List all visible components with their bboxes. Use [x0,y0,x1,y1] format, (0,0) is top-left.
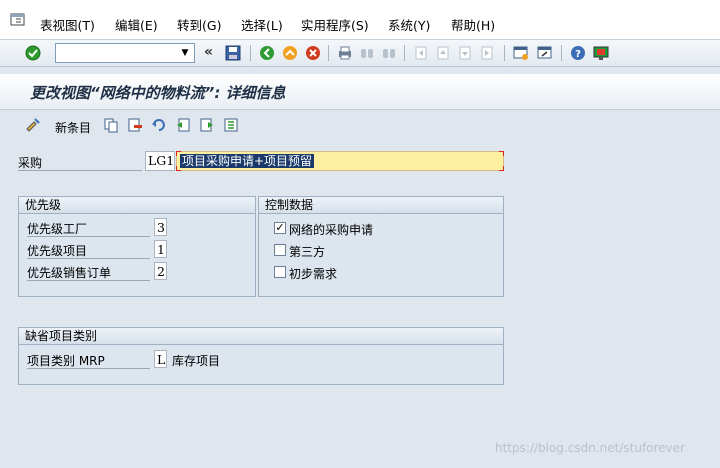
priority-sales-order-label: 优先级销售订单 [27,266,112,280]
control-data-group-header: 控制数据 [259,197,503,214]
cancel-icon[interactable] [304,44,322,62]
svg-text:?: ? [575,49,581,60]
exit-icon[interactable] [281,44,299,62]
find-next-icon [380,44,398,62]
menu-goto[interactable]: 转到(G) [177,15,221,34]
other-entry-icon[interactable] [222,116,240,134]
copy-icon[interactable] [102,116,120,134]
back-icon[interactable] [258,44,276,62]
next-entry-icon[interactable] [198,116,216,134]
item-category-mrp-label: 项目类别 MRP [27,354,105,368]
network-purchase-req-label: 网络的采购申请 [289,223,374,237]
default-item-category-header: 缺省项目类别 [19,328,503,345]
menu-system[interactable]: 系统(Y) [388,15,430,34]
menu-edit[interactable]: 编辑(E) [115,15,158,34]
previous-page-icon [434,44,452,62]
purchase-description-text: 项目采购申请+项目预留 [180,154,315,168]
priority-plant-label: 优先级工厂 [27,222,88,236]
delete-icon[interactable] [126,116,144,134]
purchase-label: 采购 [18,156,43,170]
command-field[interactable]: ▼ [55,43,195,63]
preliminary-req-checkbox[interactable] [274,266,286,278]
chevron-down-icon[interactable]: ▼ [177,45,193,61]
priority-project-label: 优先级项目 [27,244,88,258]
customize-layout-icon[interactable] [592,44,610,62]
display-change-icon[interactable] [24,116,42,134]
previous-entry-icon[interactable] [174,116,192,134]
menu-bar: 表视图(T) 编辑(E) 转到(G) 选择(L) 实用程序(S) 系统(Y) 帮… [0,0,720,40]
priority-plant-value[interactable]: 3 [154,218,167,236]
first-page-icon [412,44,430,62]
enter-check-icon[interactable] [24,44,42,62]
third-party-checkbox[interactable] [274,244,286,256]
priority-project-value[interactable]: 1 [154,240,167,258]
priority-sales-order-value[interactable]: 2 [154,262,167,280]
preliminary-req-label: 初步需求 [289,267,338,281]
app-menu-icon[interactable] [10,13,26,27]
find-icon [358,44,376,62]
shortcut-icon[interactable] [536,44,554,62]
application-toolbar: 新条目 [0,112,720,140]
network-purchase-req-checkbox[interactable]: ✓ [274,222,286,234]
undo-icon[interactable] [150,116,168,134]
command-collapse-icon[interactable]: « [204,44,213,60]
print-icon[interactable] [336,44,354,62]
watermark: https://blog.csdn.net/stuforever [495,441,685,455]
menu-utilities[interactable]: 实用程序(S) [301,15,369,34]
menu-select[interactable]: 选择(L) [241,15,283,34]
page-title: 更改视图“网络中的物料流”: 详细信息 [30,84,286,102]
help-icon[interactable]: ? [569,44,587,62]
menu-table-view[interactable]: 表视图(T) [40,15,95,34]
priority-group-header: 优先级 [19,197,255,214]
save-icon[interactable] [224,44,242,62]
third-party-label: 第三方 [289,245,326,259]
create-session-icon[interactable] [512,44,530,62]
new-entries-button[interactable]: 新条目 [55,119,91,136]
purchase-description-input[interactable]: 项目采购申请+项目预留 [176,151,504,171]
purchase-code: LG1 [145,151,175,171]
item-category-description: 库存项目 [172,354,221,368]
item-category-mrp-value[interactable]: L [154,350,167,368]
last-page-icon [478,44,496,62]
title-bar: 更改视图“网络中的物料流”: 详细信息 [0,74,720,110]
next-page-icon [456,44,474,62]
menu-help[interactable]: 帮助(H) [451,15,495,34]
standard-toolbar: ▼ « ? [0,40,720,67]
